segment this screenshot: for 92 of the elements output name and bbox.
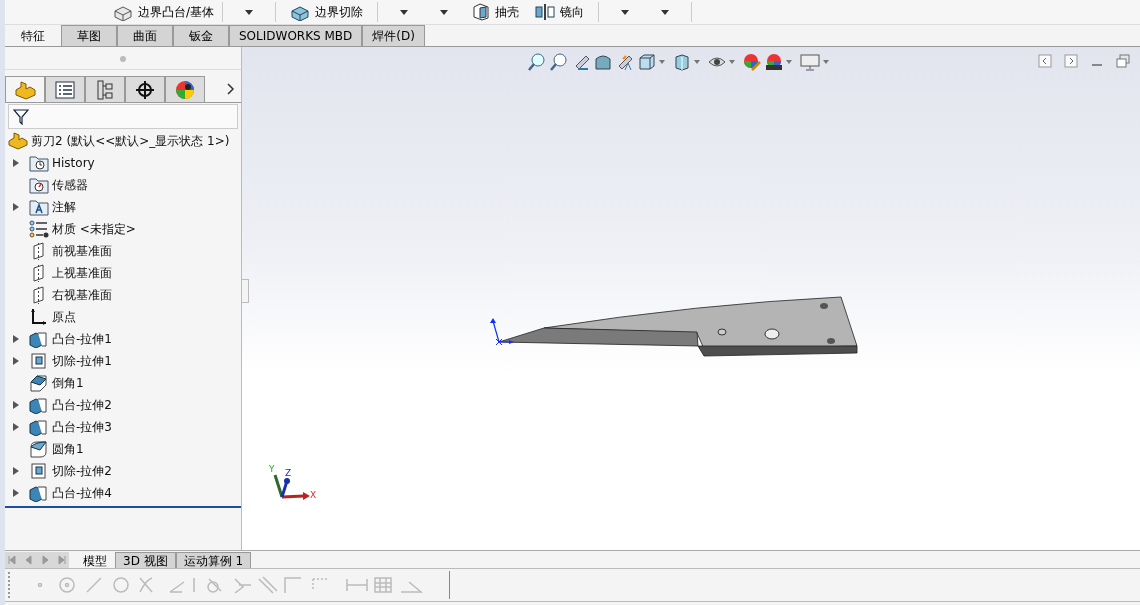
- caret-icon[interactable]: [786, 60, 792, 64]
- tree-item[interactable]: 剪刀2 (默认<<默认>_显示状态 1>): [5, 130, 241, 152]
- tree-item[interactable]: 注解: [52, 198, 76, 216]
- list-icon: [55, 80, 75, 99]
- chamfer-icon: [29, 374, 49, 392]
- chevron-right-icon: [227, 83, 235, 95]
- caret-icon: [621, 9, 630, 15]
- extrude-icon: [29, 330, 49, 348]
- model-tab[interactable]: 3D 视图: [115, 552, 176, 568]
- axis-label: Y: [269, 464, 275, 474]
- tree-item[interactable]: 倒角1: [52, 374, 84, 392]
- caret-icon: [661, 9, 670, 15]
- mirror-icon: [535, 3, 556, 21]
- color-wheel-icon: [175, 79, 195, 100]
- expand-arrow-icon[interactable]: [13, 423, 19, 431]
- crosshair-icon: [135, 79, 155, 100]
- expand-arrow-icon[interactable]: [13, 203, 19, 211]
- caret-icon: [400, 9, 409, 15]
- filter-icon: [13, 108, 29, 125]
- splitter-handle[interactable]: [120, 56, 126, 62]
- expand-arrow-icon[interactable]: [13, 467, 19, 475]
- caret-icon: [245, 9, 254, 15]
- scene-icon[interactable]: [765, 53, 783, 71]
- expand-arrow-icon[interactable]: [13, 401, 19, 409]
- extrude-icon: [29, 484, 49, 502]
- tree-item[interactable]: 凸台-拉伸1: [52, 330, 112, 348]
- expand-arrow-icon[interactable]: [13, 489, 19, 497]
- toolbar-button[interactable]: 镜向: [527, 1, 593, 23]
- hierarchy-icon: [96, 79, 114, 100]
- tree-item[interactable]: 凸台-拉伸2: [52, 396, 112, 414]
- plane-icon: [32, 242, 46, 260]
- zoom-fit-icon[interactable]: [528, 53, 546, 71]
- panel-collapse-handle[interactable]: [242, 279, 249, 303]
- caret-icon[interactable]: [694, 60, 700, 64]
- model-tab[interactable]: 运动算例 1: [175, 552, 252, 568]
- ribbon-tab[interactable]: 钣金: [173, 25, 229, 46]
- plane-icon: [32, 286, 46, 304]
- ribbon-tab[interactable]: 草图: [61, 25, 117, 46]
- restore-icon[interactable]: [1116, 54, 1130, 68]
- edit-appearance-icon[interactable]: [743, 53, 761, 71]
- gauge-folder-icon: [29, 176, 49, 194]
- origin-axes-icon: [490, 318, 514, 346]
- tree-item[interactable]: 上视基准面: [52, 264, 112, 282]
- panel-left-icon[interactable]: [1038, 54, 1052, 68]
- ribbon-tab[interactable]: 焊件(D): [362, 25, 425, 46]
- axis-label: Z: [285, 468, 292, 478]
- caret-icon: [440, 9, 449, 15]
- expand-arrow-icon[interactable]: [13, 335, 19, 343]
- ribbon-tab[interactable]: SOLIDWORKS MBD: [229, 25, 363, 46]
- caret-icon[interactable]: [823, 60, 829, 64]
- fillet-icon: [29, 440, 49, 458]
- extrude-icon: [29, 396, 49, 414]
- caret-icon[interactable]: [659, 60, 665, 64]
- tree-item[interactable]: 传感器: [52, 176, 88, 194]
- panel-tab[interactable]: [45, 76, 85, 102]
- display-style-icon[interactable]: [673, 53, 691, 71]
- panel-tab[interactable]: [125, 76, 165, 102]
- view-orientation-icon[interactable]: [638, 53, 656, 71]
- origin-icon: [30, 308, 48, 326]
- box-icon: [472, 3, 491, 21]
- tree-item[interactable]: History: [52, 156, 95, 170]
- cut-extrude-icon: [29, 352, 49, 370]
- tree-item[interactable]: 切除-拉伸1: [52, 352, 112, 370]
- tree-item[interactable]: 前视基准面: [52, 242, 112, 260]
- material-icon: [29, 220, 49, 238]
- axis-triad-icon: [273, 474, 310, 500]
- expand-arrow-icon[interactable]: [13, 357, 19, 365]
- extrude-icon: [29, 418, 49, 436]
- toolbar-button[interactable]: 抽壳: [464, 1, 528, 23]
- tree-item[interactable]: 右视基准面: [52, 286, 112, 304]
- tree-item[interactable]: 凸台-拉伸3: [52, 418, 112, 436]
- annotation-folder-icon: [29, 198, 49, 216]
- history-folder-icon: [29, 154, 49, 172]
- tree-item[interactable]: 圆角1: [52, 440, 84, 458]
- zoom-area-icon[interactable]: [550, 53, 568, 71]
- panel-right-icon[interactable]: [1064, 54, 1078, 68]
- ribbon-tab[interactable]: 曲面: [117, 25, 173, 46]
- axis-label: X: [310, 490, 317, 500]
- panel-tab[interactable]: [165, 76, 205, 102]
- toolbar-button[interactable]: 边界切除: [282, 1, 372, 23]
- tree-item[interactable]: 凸台-拉伸4: [52, 484, 112, 502]
- tree-item[interactable]: 原点: [52, 308, 76, 326]
- toolbar-button[interactable]: 边界凸台/基体: [105, 1, 223, 23]
- caret-icon[interactable]: [729, 60, 735, 64]
- cut-extrude-icon: [29, 462, 49, 480]
- part-icon: [8, 132, 28, 150]
- tree-item[interactable]: 切除-拉伸2: [52, 462, 112, 480]
- expand-arrow-icon[interactable]: [13, 159, 19, 167]
- tree-item[interactable]: 材质 <未指定>: [52, 220, 136, 238]
- filter-field[interactable]: [8, 104, 238, 129]
- plane-icon: [32, 264, 46, 282]
- part-icon: [14, 79, 36, 100]
